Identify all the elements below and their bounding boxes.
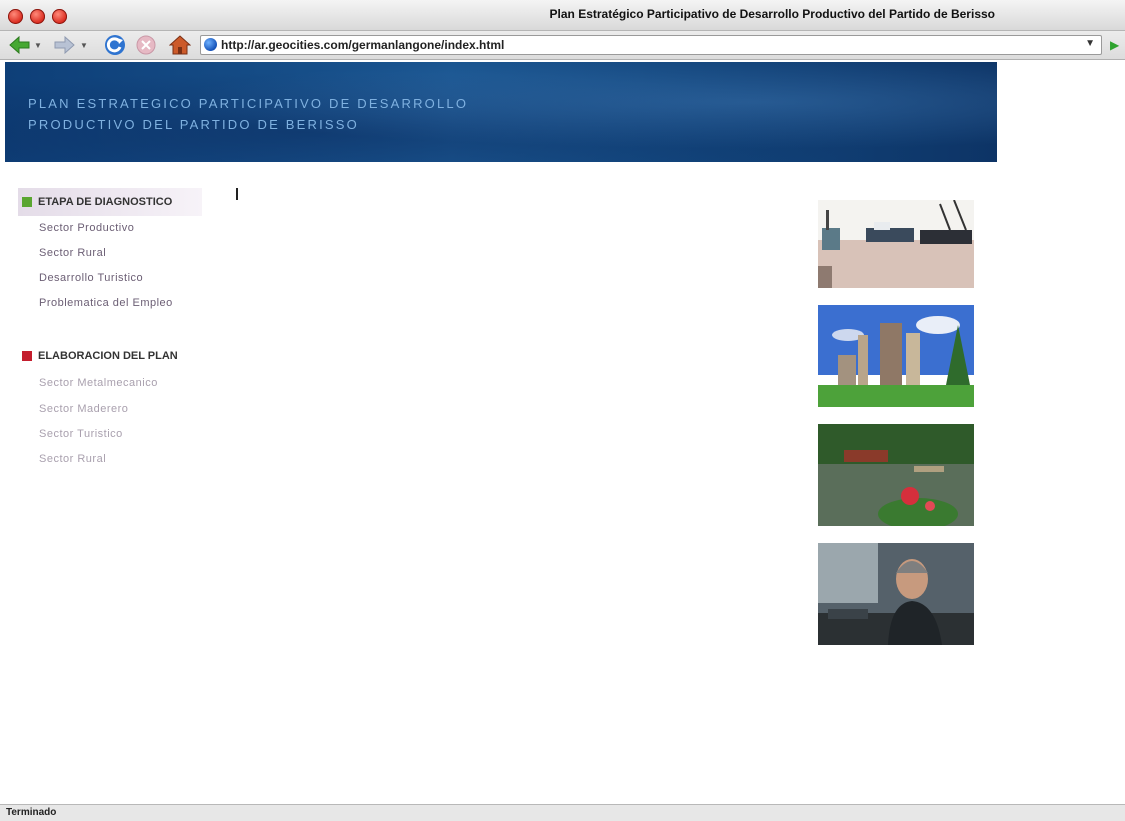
river-boats-photo: [818, 424, 974, 526]
url-dropdown-icon[interactable]: ▼: [1085, 38, 1095, 49]
status-text: Terminado: [6, 807, 57, 818]
nav-item-sector-rural-plan[interactable]: Sector Rural: [39, 453, 106, 465]
home-button[interactable]: [168, 34, 192, 56]
nav-item-desarrollo-turistico[interactable]: Desarrollo Turistico: [39, 272, 143, 284]
reload-button[interactable]: [102, 34, 128, 56]
nav-item-problematica-empleo[interactable]: Problematica del Empleo: [39, 297, 173, 309]
window-title: Plan Estratégico Participativo de Desarr…: [549, 7, 995, 21]
nav-section-diagnostico[interactable]: ETAPA DE DIAGNOSTICO: [18, 188, 202, 216]
home-icon: [169, 35, 191, 55]
url-text: http://ar.geocities.com/germanlangone/in…: [221, 38, 505, 52]
browser-toolbar: ▼ ▼ http://ar.geocities.com/germanlangon…: [0, 31, 1125, 60]
red-square-icon: [22, 351, 32, 361]
port-ships-photo: [818, 200, 974, 288]
nav-section-title: ELABORACION DEL PLAN: [38, 350, 178, 362]
window-titlebar: Plan Estratégico Participativo de Desarr…: [0, 0, 1125, 31]
zoom-window-icon[interactable]: [52, 9, 67, 24]
nav-item-sector-metalmecanico[interactable]: Sector Metalmecanico: [39, 377, 158, 389]
address-bar[interactable]: http://ar.geocities.com/germanlangone/in…: [200, 35, 1102, 55]
nav-item-sector-rural[interactable]: Sector Rural: [39, 247, 106, 259]
stop-button[interactable]: [134, 34, 158, 56]
banner-title-line1: PLAN ESTRATEGICO PARTICIPATIVO DE DESARR…: [28, 96, 469, 111]
go-arrow-icon[interactable]: ▶: [1110, 38, 1119, 52]
status-bar: Terminado: [0, 804, 1125, 821]
site-globe-icon: [204, 38, 217, 51]
site-banner: PLAN ESTRATEGICO PARTICIPATIVO DE DESARR…: [5, 62, 997, 162]
close-window-icon[interactable]: [8, 9, 23, 24]
forward-arrow-icon: [54, 36, 75, 54]
nav-section-title: ETAPA DE DIAGNOSTICO: [38, 196, 173, 208]
forward-button[interactable]: [52, 34, 76, 56]
nav-item-sector-maderero[interactable]: Sector Maderero: [39, 403, 128, 415]
nav-item-sector-turistico[interactable]: Sector Turistico: [39, 428, 123, 440]
back-history-icon[interactable]: ▼: [34, 41, 42, 50]
back-arrow-icon: [9, 36, 30, 54]
refinery-photo: [818, 305, 974, 407]
minimize-window-icon[interactable]: [30, 9, 45, 24]
banner-title-line2: PRODUCTIVO DEL PARTIDO DE BERISSO: [28, 117, 359, 132]
nav-section-elaboracion[interactable]: ELABORACION DEL PLAN: [18, 342, 202, 370]
stop-icon: [136, 35, 156, 55]
reload-icon: [105, 35, 125, 55]
text-cursor: [236, 188, 238, 200]
forward-history-icon[interactable]: ▼: [80, 41, 88, 50]
worker-portrait-photo: [818, 543, 974, 645]
green-square-icon: [22, 197, 32, 207]
back-button[interactable]: [8, 34, 32, 56]
nav-item-sector-productivo[interactable]: Sector Productivo: [39, 222, 134, 234]
